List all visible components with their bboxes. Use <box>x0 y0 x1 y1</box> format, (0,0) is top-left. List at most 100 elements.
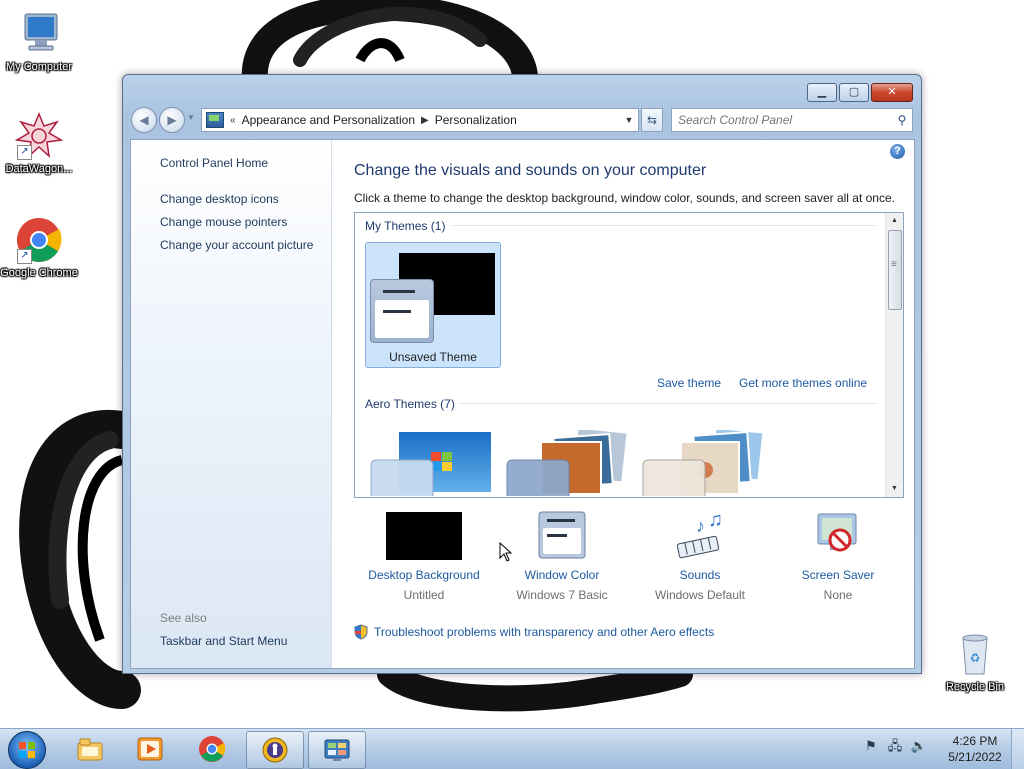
chrome-icon: ↗ <box>15 216 63 264</box>
change-account-picture-link[interactable]: Change your account picture <box>160 238 313 252</box>
breadcrumb-overflow[interactable]: « <box>228 115 238 126</box>
change-desktop-icons-link[interactable]: Change desktop icons <box>160 192 279 206</box>
shield-icon <box>354 624 368 640</box>
theme-tile-unsaved[interactable]: Unsaved Theme <box>365 242 501 368</box>
taskbar-control-panel[interactable] <box>308 731 366 769</box>
computer-icon <box>15 10 63 58</box>
system-clock[interactable]: 4:26 PM 5/21/2022 <box>940 733 1010 765</box>
characters-theme-preview <box>642 430 765 496</box>
window-color-setting[interactable]: Window Color Windows 7 Basic <box>492 510 632 602</box>
clock-date: 5/21/2022 <box>948 750 1002 764</box>
theme-tile-characters[interactable] <box>641 430 777 496</box>
breadcrumb-personalization[interactable]: Personalization <box>431 113 521 127</box>
taskbar-file-explorer[interactable] <box>62 731 118 767</box>
windows-logo-icon <box>19 742 35 758</box>
search-input[interactable] <box>672 111 892 129</box>
taskbar-security-app[interactable] <box>246 731 304 769</box>
address-dropdown-icon[interactable]: ▼ <box>620 115 638 125</box>
architecture-theme-preview <box>506 430 629 496</box>
desktop-icon-my-computer[interactable]: My Computer <box>0 10 78 74</box>
scroll-up-icon[interactable]: ▲ <box>886 213 903 229</box>
back-arrow-icon: ◀ <box>139 113 149 127</box>
sounds-link[interactable]: Sounds <box>630 568 770 582</box>
desktop-icon-google-chrome[interactable]: ↗ Google Chrome <box>0 216 78 280</box>
window-color-icon <box>537 510 587 562</box>
scroll-thumb[interactable] <box>888 230 902 310</box>
sounds-value: Windows Default <box>654 588 746 602</box>
sounds-icon: ♪ ♫ <box>674 509 726 562</box>
file-explorer-icon <box>77 738 103 761</box>
svg-text:♫: ♫ <box>708 510 723 531</box>
action-center-flag-icon[interactable]: ⚑ <box>862 737 880 755</box>
desktop-background-icon <box>386 510 462 562</box>
refresh-icon: ⇆ <box>646 113 658 127</box>
page-title: Change the visuals and sounds on your co… <box>354 162 707 179</box>
maximize-button[interactable]: ▢ <box>839 83 869 102</box>
left-pane: Control Panel Home Change desktop icons … <box>131 140 332 668</box>
screen-saver-icon <box>814 510 862 562</box>
control-panel-icon <box>324 739 350 761</box>
forward-button[interactable]: ▶ <box>159 107 185 133</box>
search-icon[interactable]: ⚲ <box>892 113 912 127</box>
start-button[interactable] <box>8 731 46 769</box>
desktop-icon-datawagon[interactable]: ↗ DataWagon... <box>0 112 78 176</box>
network-icon[interactable]: 🖧 <box>886 737 904 755</box>
desktop-icon-label: DataWagon... <box>5 163 73 175</box>
datawagon-icon: ↗ <box>14 112 64 160</box>
personalization-window: ▁ ▢ ✕ ◀ ▶ ▼ « Appearance and Personaliza… <box>122 74 922 674</box>
mouse-cursor-icon <box>499 542 513 562</box>
taskbar-start-menu-link[interactable]: Taskbar and Start Menu <box>160 634 287 648</box>
svg-text:♪: ♪ <box>696 516 705 536</box>
refresh-button[interactable]: ⇆ <box>641 108 663 132</box>
change-mouse-pointers-link[interactable]: Change mouse pointers <box>160 215 287 229</box>
show-desktop-button[interactable] <box>1011 729 1024 769</box>
help-button[interactable]: ? <box>890 144 905 159</box>
theme-tile-architecture[interactable] <box>505 430 641 496</box>
volume-icon[interactable]: 🔈 <box>910 737 928 755</box>
minimize-button[interactable]: ▁ <box>807 83 837 102</box>
window-color-link[interactable]: Window Color <box>492 568 632 582</box>
theme-window-preview <box>370 279 434 343</box>
group-header-aero-themes[interactable]: Aero Themes (7) <box>365 397 455 411</box>
desktop-icon-label: My Computer <box>5 61 73 73</box>
breadcrumb-separator-icon[interactable]: ▶ <box>419 115 431 126</box>
desktop-background-setting[interactable]: Desktop Background Untitled <box>354 510 494 602</box>
group-header-my-themes[interactable]: My Themes (1) <box>365 219 445 233</box>
security-app-icon <box>262 737 288 763</box>
taskbar-chrome[interactable] <box>184 731 240 767</box>
system-tray: ⚑ 🖧 🔈 <box>862 737 928 755</box>
search-box: ⚲ <box>671 108 913 132</box>
recycle-bin-icon: ♻ <box>951 630 999 678</box>
address-bar[interactable]: « Appearance and Personalization ▶ Perso… <box>201 108 639 132</box>
screen-saver-setting[interactable]: Screen Saver None <box>768 510 908 602</box>
taskbar-media-player[interactable] <box>122 731 178 767</box>
theme-tile-windows-7[interactable] <box>369 430 505 496</box>
media-player-icon <box>137 737 163 761</box>
troubleshoot-link[interactable]: Troubleshoot problems with transparency … <box>354 624 714 640</box>
desktop-icon-recycle-bin[interactable]: ♻ Recycle Bin <box>936 630 1014 694</box>
control-panel-home-link[interactable]: Control Panel Home <box>160 156 268 170</box>
desktop-icon-label: Google Chrome <box>0 267 78 279</box>
recent-pages-dropdown[interactable]: ▼ <box>187 113 195 122</box>
scroll-down-icon[interactable]: ▼ <box>886 481 903 497</box>
get-more-themes-link[interactable]: Get more themes online <box>739 376 867 390</box>
page-subtitle: Click a theme to change the desktop back… <box>354 191 895 205</box>
window-caption-buttons: ▁ ▢ ✕ <box>807 83 913 102</box>
back-button[interactable]: ◀ <box>131 107 157 133</box>
svg-text:♻: ♻ <box>970 651 981 665</box>
control-panel-icon <box>206 112 224 128</box>
clock-time: 4:26 PM <box>952 734 998 748</box>
save-theme-link[interactable]: Save theme <box>657 376 721 390</box>
shortcut-arrow-icon: ↗ <box>17 145 32 160</box>
breadcrumb-appearance[interactable]: Appearance and Personalization <box>238 113 419 127</box>
preview-body <box>375 300 429 338</box>
see-also-label: See also <box>160 611 207 625</box>
screen-saver-value: None <box>823 588 853 602</box>
theme-list-scrollbar[interactable]: ▲ ▼ <box>885 213 903 497</box>
screen-saver-link[interactable]: Screen Saver <box>768 568 908 582</box>
desktop-background-link[interactable]: Desktop Background <box>354 568 494 582</box>
close-button[interactable]: ✕ <box>871 83 913 102</box>
sounds-setting[interactable]: ♪ ♫ Sounds Windows Default <box>630 509 770 602</box>
preview-titlebar <box>383 290 415 293</box>
window-content: Control Panel Home Change desktop icons … <box>130 139 915 669</box>
